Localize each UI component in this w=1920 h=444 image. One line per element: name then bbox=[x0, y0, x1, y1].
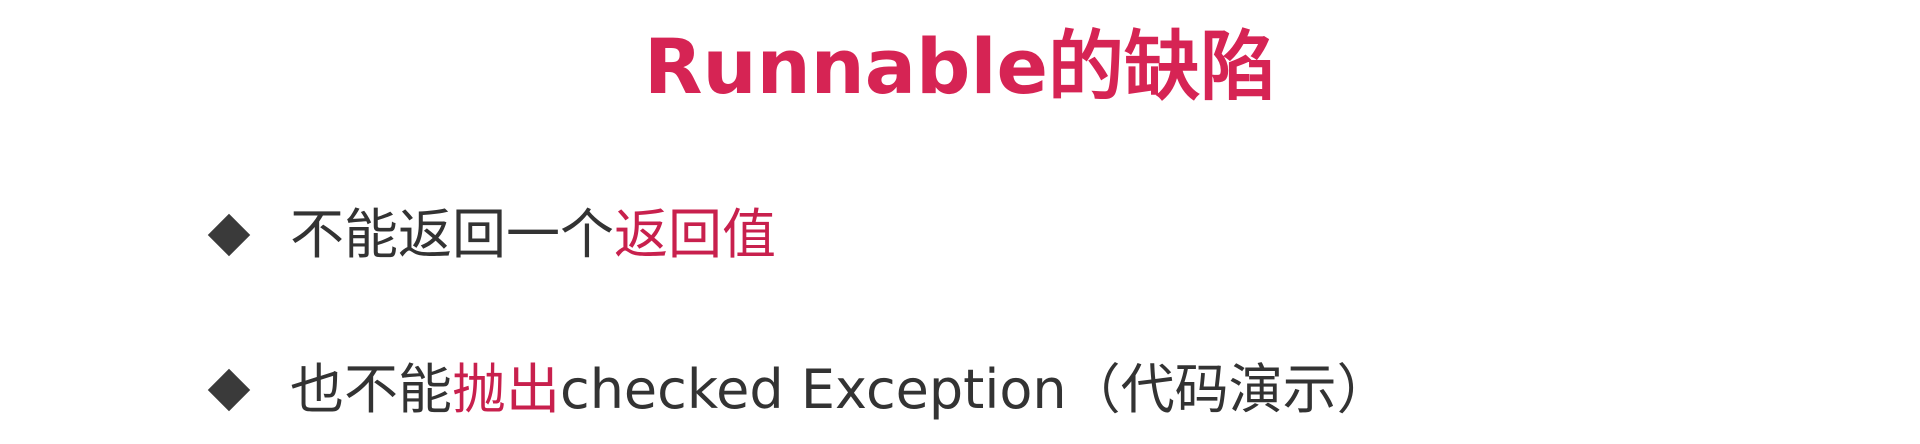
bullet-text-highlight: 返回值 bbox=[614, 203, 776, 266]
bullet-text: 也不能抛出checked Exception（代码演示） bbox=[290, 355, 1391, 425]
bullet-item-return-value: 不能返回一个返回值 bbox=[205, 200, 776, 270]
bullet-item-checked-exception: 也不能抛出checked Exception（代码演示） bbox=[205, 355, 1391, 425]
bullet-text-tail: checked Exception（代码演示） bbox=[560, 358, 1391, 421]
bullet-text-plain: 不能返回一个 bbox=[290, 203, 614, 266]
bullet-text: 不能返回一个返回值 bbox=[290, 200, 776, 270]
slide: Runnable的缺陷 不能返回一个返回值 也不能抛出checked Excep… bbox=[0, 0, 1920, 444]
diamond-bullet-icon bbox=[207, 368, 251, 412]
bullet-text-highlight: 抛出 bbox=[452, 358, 560, 421]
slide-title: Runnable的缺陷 bbox=[643, 22, 1277, 111]
diamond-bullet-icon bbox=[207, 213, 251, 257]
bullet-text-plain: 也不能 bbox=[290, 358, 452, 421]
